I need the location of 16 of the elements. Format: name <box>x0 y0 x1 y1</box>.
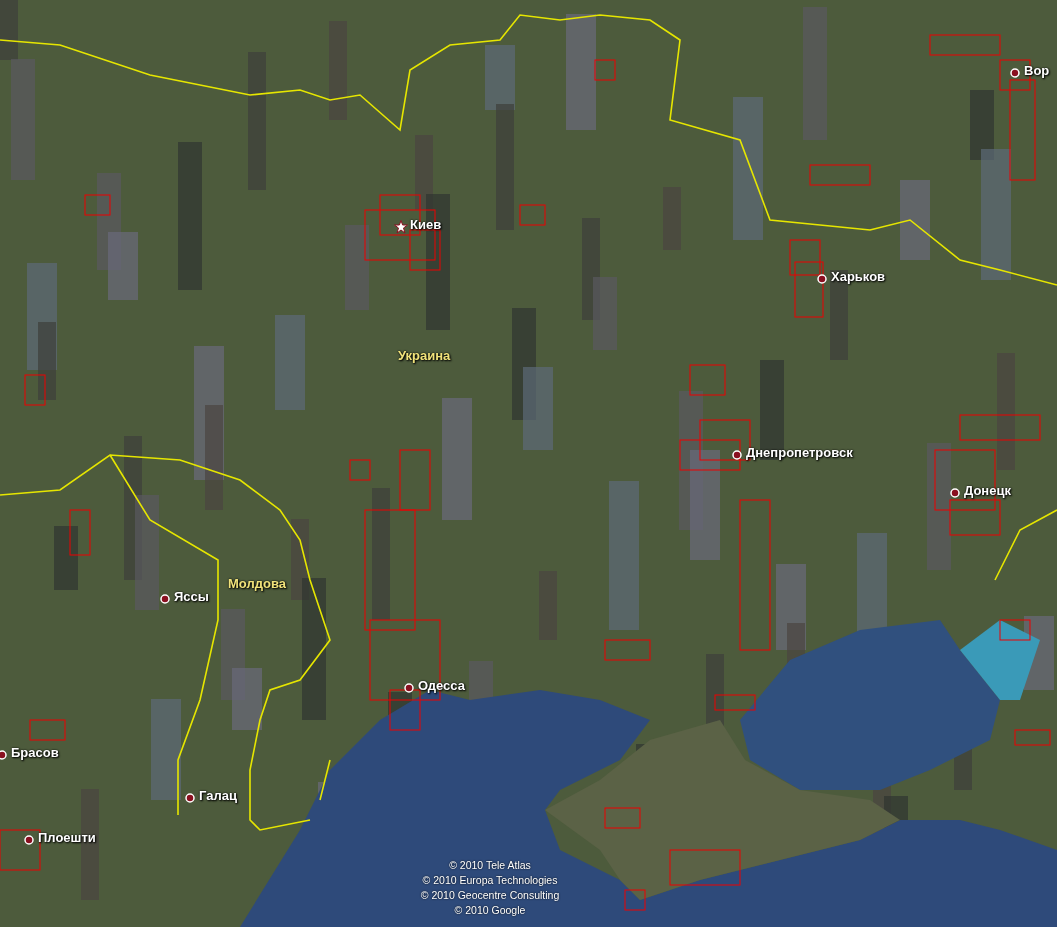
country-label: Молдова <box>228 577 286 590</box>
copyright-text: © 2010 Tele Atlas <box>448 858 532 873</box>
city-label: Харьков <box>831 270 886 283</box>
copyright-text: © 2010 Europa Technologies <box>421 873 559 888</box>
city-label: Брасов <box>11 746 59 759</box>
city-label: Донецк <box>964 484 1011 497</box>
copyright-text: © 2010 Google <box>453 903 527 918</box>
city-label: Плоешти <box>38 831 96 844</box>
city-label: Вор <box>1024 64 1050 77</box>
city-label: Киев <box>410 218 442 231</box>
city-label: Днепропетровск <box>746 446 853 459</box>
copyright-text: © 2010 Geocentre Consulting <box>419 888 561 903</box>
city-label: Одесса <box>418 679 465 692</box>
city-label: Галац <box>199 789 237 802</box>
country-label: Украина <box>398 349 451 362</box>
city-label: Яссы <box>174 590 209 603</box>
